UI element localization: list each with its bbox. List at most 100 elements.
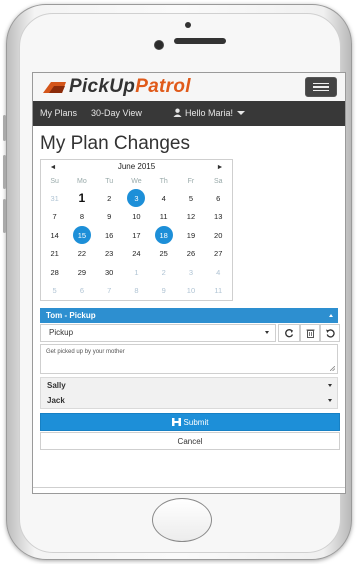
- calendar-day[interactable]: 1: [123, 263, 150, 281]
- calendar-day[interactable]: 4: [150, 189, 177, 207]
- calendar-next-month-button[interactable]: ►: [214, 162, 226, 174]
- submit-label: Submit: [183, 417, 209, 427]
- plan-type-select[interactable]: Pickup: [40, 324, 276, 342]
- calendar-day[interactable]: 14: [41, 226, 68, 244]
- calendar-day[interactable]: 5: [177, 189, 204, 207]
- phone-sensor-dot: [185, 22, 191, 28]
- nav-30-day-view[interactable]: 30-Day View: [91, 101, 142, 126]
- calendar-day[interactable]: 26: [177, 245, 204, 263]
- phone-speaker: [174, 38, 226, 44]
- logo-text-pickup: PickUp: [69, 76, 136, 97]
- calendar-day[interactable]: 24: [123, 245, 150, 263]
- cancel-button[interactable]: Cancel: [40, 432, 340, 450]
- calendar-day[interactable]: 23: [96, 245, 123, 263]
- hamburger-menu-button[interactable]: [305, 77, 337, 97]
- plan-header-label: Jack: [47, 396, 65, 405]
- resize-handle-icon[interactable]: [330, 366, 335, 371]
- calendar-day[interactable]: 7: [41, 208, 68, 226]
- calendar-day[interactable]: 21: [41, 245, 68, 263]
- hamburger-icon: [313, 86, 329, 88]
- calendar-weekday-label: We: [131, 178, 142, 185]
- phone-camera: [154, 40, 164, 50]
- plan-header-tom[interactable]: Tom - Pickup: [40, 308, 338, 323]
- calendar-day[interactable]: 8: [123, 282, 150, 300]
- calendar-prev-month-button[interactable]: ◄: [47, 162, 59, 174]
- divider: [33, 487, 345, 488]
- calendar-day[interactable]: 31: [41, 189, 68, 207]
- calendar-week-row: 31 1 2 3 4 5 6: [41, 189, 232, 207]
- submit-icon: [171, 418, 181, 426]
- calendar-day[interactable]: 5: [41, 282, 68, 300]
- user-menu-dropdown[interactable]: Hello Maria!: [173, 101, 246, 126]
- delete-button[interactable]: [300, 324, 320, 342]
- calendar-day[interactable]: 9: [96, 208, 123, 226]
- plan-notes-textarea[interactable]: Get picked up by your mother: [40, 344, 338, 374]
- calendar-day[interactable]: 10: [177, 282, 204, 300]
- calendar-day[interactable]: 12: [177, 208, 204, 226]
- calendar-day[interactable]: 2: [150, 263, 177, 281]
- calendar-day[interactable]: 3: [177, 263, 204, 281]
- hamburger-icon: [313, 89, 329, 92]
- calendar-header: ◄ June 2015 ►: [41, 160, 232, 176]
- plan-notes-text: Get picked up by your mother: [46, 349, 125, 355]
- calendar-day[interactable]: 29: [68, 263, 95, 281]
- expand-arrow-icon: [328, 384, 332, 387]
- calendar-week-row: 28 29 30 1 2 3 4: [41, 263, 232, 281]
- calendar-day[interactable]: 17: [123, 226, 150, 244]
- calendar-day[interactable]: 30: [96, 263, 123, 281]
- plan-panel-tom: Tom - Pickup: [40, 308, 338, 323]
- calendar-day[interactable]: 1: [68, 189, 95, 207]
- plan-header-label: Tom - Pickup: [46, 311, 96, 320]
- calendar-day[interactable]: 10: [123, 208, 150, 226]
- cancel-label: Cancel: [177, 436, 203, 446]
- phone-home-button[interactable]: [152, 498, 212, 542]
- calendar-day[interactable]: 28: [41, 263, 68, 281]
- calendar-day[interactable]: 16: [96, 226, 123, 244]
- calendar-day[interactable]: 9: [150, 282, 177, 300]
- calendar-week-row: 5 6 7 8 9 10 11: [41, 282, 232, 300]
- phone-side-button-left: [3, 155, 6, 189]
- calendar-day-selected[interactable]: 18: [150, 226, 177, 244]
- calendar-day[interactable]: 2: [96, 189, 123, 207]
- calendar-day[interactable]: 11: [150, 208, 177, 226]
- calendar-month-title[interactable]: June 2015: [81, 162, 192, 171]
- plan-header-jack[interactable]: Jack: [40, 393, 338, 409]
- selected-day-marker: 3: [127, 189, 146, 207]
- calendar-day[interactable]: 13: [205, 208, 232, 226]
- phone-side-button-left: [3, 115, 6, 141]
- calendar-weekday-label: Th: [159, 178, 168, 185]
- calendar-day[interactable]: 19: [177, 226, 204, 244]
- expand-arrow-icon: [328, 399, 332, 402]
- hamburger-icon: [313, 82, 329, 85]
- refresh-icon: [285, 328, 294, 338]
- nav-my-plans[interactable]: My Plans: [40, 101, 77, 126]
- refresh-button[interactable]: [278, 324, 300, 342]
- calendar-day[interactable]: 8: [68, 208, 95, 226]
- plan-header-label: Sally: [47, 381, 66, 390]
- date-picker-calendar: ◄ June 2015 ► Su Mo Tu We Th Fr Sa 31 1 2 3 4 5 6 7 8 9…: [40, 159, 233, 301]
- selected-day-marker: 15: [72, 226, 91, 244]
- calendar-weekday-label: Sa: [213, 178, 223, 185]
- undo-button[interactable]: [320, 324, 340, 342]
- calendar-day[interactable]: 25: [150, 245, 177, 263]
- calendar-day-selected[interactable]: 15: [68, 226, 95, 244]
- car-logo-icon: [43, 82, 66, 93]
- calendar-day[interactable]: 7: [96, 282, 123, 300]
- submit-button[interactable]: Submit: [40, 413, 340, 431]
- calendar-day[interactable]: 11: [205, 282, 232, 300]
- selected-day-marker: 18: [154, 226, 173, 244]
- plan-type-value: Pickup: [49, 328, 74, 337]
- app-logo[interactable]: PickUpPatrol: [41, 75, 191, 99]
- calendar-day[interactable]: 20: [205, 226, 232, 244]
- caret-down-icon: [237, 111, 246, 115]
- calendar-weekday-label: Su: [50, 178, 59, 185]
- calendar-day[interactable]: 6: [205, 189, 232, 207]
- calendar-day-selected[interactable]: 3: [123, 189, 150, 207]
- plan-panel-sally: Sally: [40, 377, 338, 394]
- calendar-day[interactable]: 6: [68, 282, 95, 300]
- calendar-day[interactable]: 27: [205, 245, 232, 263]
- plan-header-sally[interactable]: Sally: [40, 377, 338, 394]
- brand-bar: PickUpPatrol: [33, 73, 345, 102]
- calendar-day[interactable]: 22: [68, 245, 95, 263]
- calendar-day[interactable]: 4: [205, 263, 232, 281]
